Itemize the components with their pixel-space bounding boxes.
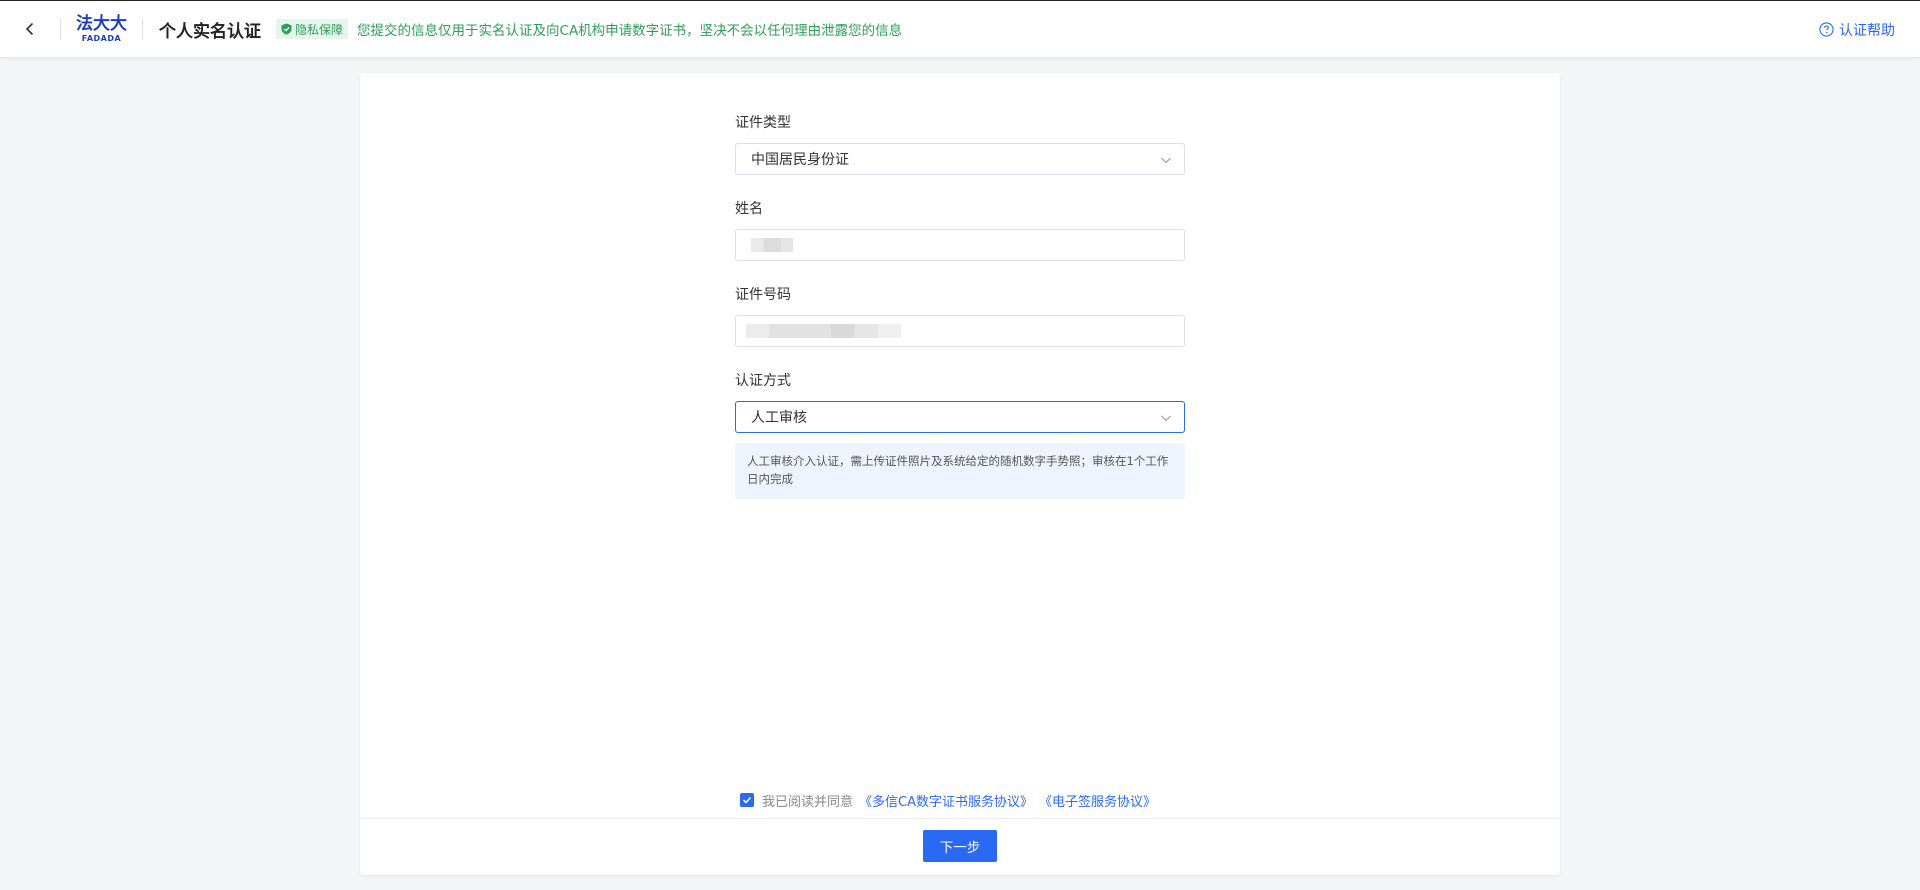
back-button[interactable] [0, 1, 60, 58]
agreement-checkbox[interactable] [740, 793, 754, 807]
masked-id-number-value [746, 324, 901, 338]
privacy-badge: 隐私保障 [276, 19, 349, 39]
logo-text-en: FADADA [81, 33, 122, 43]
privacy-notice: 您提交的信息仅用于实名认证及向CA机构申请数字证书，坚决不会以任何理由泄露您的信… [357, 23, 903, 39]
privacy-badge-label: 隐私保障 [295, 22, 344, 37]
logo-text-cn: 法大大 [76, 13, 127, 34]
header-divider [142, 18, 143, 40]
id-type-value: 中国居民身份证 [751, 152, 849, 168]
fadada-logo[interactable]: 法大大 FADADA [76, 13, 127, 43]
auth-method-select[interactable]: 人工审核 [735, 401, 1185, 433]
auth-method-group: 认证方式 人工审核 人工审核介入认证，需上传证件照片及系统给定的随机数字手势照；… [735, 371, 1185, 499]
id-type-select[interactable]: 中国居民身份证 [735, 143, 1185, 175]
agreement-row: 我已阅读并同意 《多信CA数字证书服务协议》 《电子签服务协议》 [740, 790, 1156, 810]
auth-help-label: 认证帮助 [1839, 22, 1895, 39]
id-type-group: 证件类型 中国居民身份证 [735, 113, 1185, 175]
check-icon [742, 796, 752, 804]
auth-method-value: 人工审核 [751, 410, 807, 426]
verification-card: 证件类型 中国居民身份证 姓名 证件号码 认证方式 人工审核 人工审核介入认证，… [360, 73, 1560, 875]
auth-method-tip: 人工审核介入认证，需上传证件照片及系统给定的随机数字手势照；审核在1个工作日内完… [735, 443, 1185, 499]
next-step-button[interactable]: 下一步 [923, 830, 997, 862]
chevron-down-icon [1161, 415, 1171, 422]
name-input[interactable] [735, 229, 1185, 261]
header-divider [60, 18, 61, 40]
name-group: 姓名 [735, 199, 1185, 261]
e-signature-agreement-link[interactable]: 《电子签服务协议》 [1039, 791, 1156, 810]
footer-divider [360, 818, 1560, 819]
auth-method-label: 认证方式 [735, 373, 791, 389]
id-number-input[interactable] [735, 315, 1185, 347]
id-type-label: 证件类型 [735, 115, 791, 131]
top-header: 法大大 FADADA 个人实名认证 隐私保障 您提交的信息仅用于实名认证及向CA… [0, 0, 1920, 57]
id-number-group: 证件号码 [735, 285, 1185, 347]
name-label: 姓名 [735, 201, 763, 217]
question-circle-icon [1819, 22, 1834, 37]
auth-help-link[interactable]: 认证帮助 [1819, 1, 1895, 58]
verification-form: 证件类型 中国居民身份证 姓名 证件号码 认证方式 人工审核 人工审核介入认证，… [735, 113, 1185, 499]
ca-certificate-agreement-link[interactable]: 《多信CA数字证书服务协议》 [859, 791, 1033, 810]
chevron-left-icon [25, 22, 34, 36]
chevron-down-icon [1161, 157, 1171, 164]
id-number-label: 证件号码 [735, 287, 791, 303]
agreement-prefix: 我已阅读并同意 [762, 794, 854, 810]
page-title: 个人实名认证 [159, 21, 261, 42]
masked-name-value [751, 238, 793, 252]
shield-check-icon [281, 23, 292, 35]
